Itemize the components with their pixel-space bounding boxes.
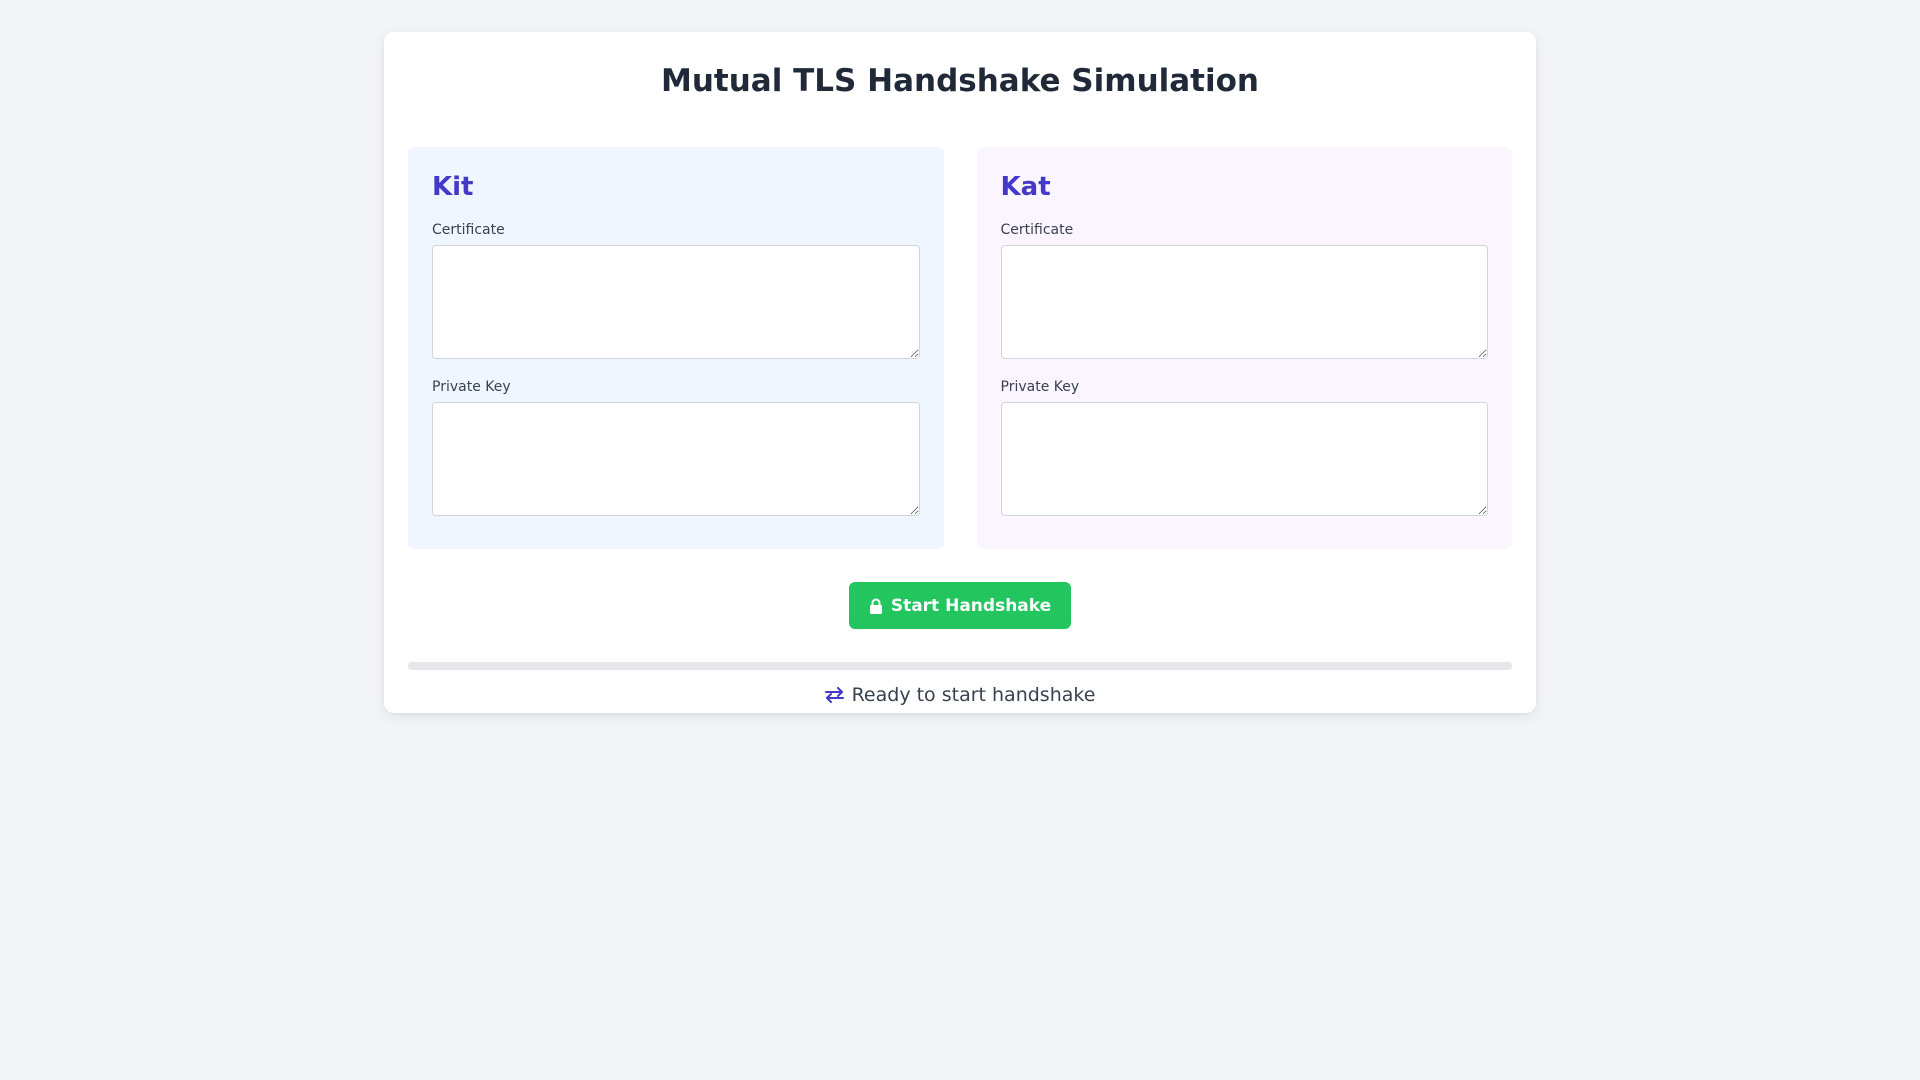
parties-row: Kit Certificate Private Key Kat Certific…: [408, 147, 1512, 549]
page-title: Mutual TLS Handshake Simulation: [660, 63, 1259, 99]
kat-certificate-label: Certificate: [1000, 222, 1074, 238]
kit-name: Kit: [432, 172, 474, 202]
kat-name: Kat: [1000, 172, 1051, 202]
kat-private-key-label: Private Key: [1000, 379, 1080, 395]
kit-panel: Kit Certificate Private Key: [408, 147, 944, 549]
start-handshake-label: Start Handshake: [890, 595, 1052, 616]
progress-bar: [408, 662, 1512, 670]
kit-certificate-input[interactable]: [432, 245, 920, 359]
actions-row: Start Handshake: [408, 582, 1512, 629]
kit-private-key-input[interactable]: [432, 402, 920, 516]
kit-certificate-label: Certificate: [432, 222, 505, 238]
kat-private-key-input[interactable]: [1000, 402, 1488, 516]
kit-private-key-label: Private Key: [432, 379, 511, 395]
kat-panel: Kat Certificate Private Key: [976, 147, 1512, 549]
lock-icon: [869, 598, 883, 614]
status-text: Ready to start handshake: [851, 684, 1096, 706]
handshake-card: Mutual TLS Handshake Simulation Kit Cert…: [384, 32, 1536, 713]
status-line: Ready to start handshake: [408, 680, 1512, 710]
start-handshake-button[interactable]: Start Handshake: [849, 582, 1071, 629]
kat-certificate-input[interactable]: [1000, 245, 1488, 359]
swap-arrows-icon: [824, 687, 844, 703]
